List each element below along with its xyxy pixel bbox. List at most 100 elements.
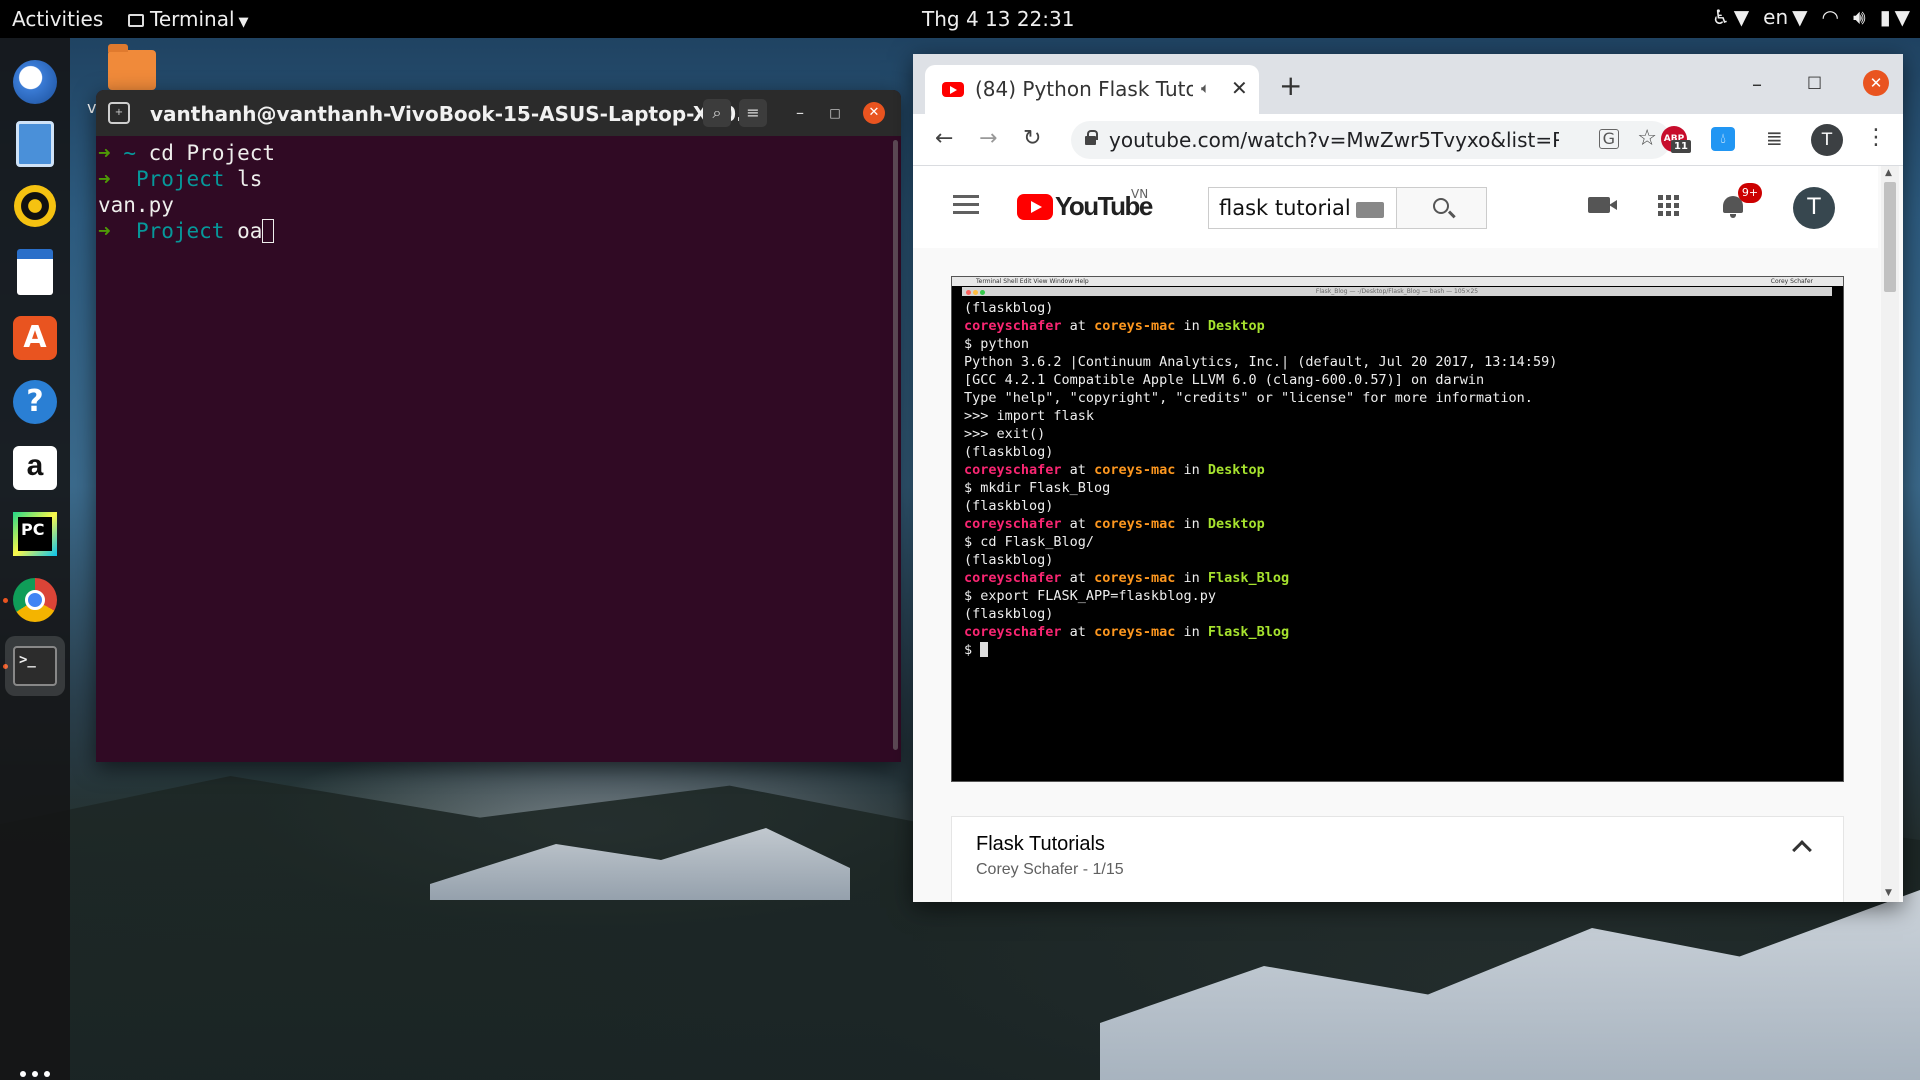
video-terminal-line: coreyschafer at coreys-mac in Desktop xyxy=(964,462,1265,478)
back-icon[interactable]: ← xyxy=(935,126,953,151)
terminal-window[interactable]: + vanthanh@vanthanh-VivoBook-15-ASUS-Lap… xyxy=(96,90,901,762)
video-terminal-line: coreyschafer at coreys-mac in Flask_Blog xyxy=(964,624,1290,640)
volume-icon[interactable]: 🔊︎ xyxy=(1853,5,1866,29)
chrome-menu-icon[interactable]: ⋮ xyxy=(1865,125,1887,150)
terminal-icon[interactable]: >_ xyxy=(5,636,65,696)
video-mac-titlebar: Flask_Blog — -/Desktop/Flask_Blog — bash… xyxy=(962,287,1832,296)
adblock-extension-icon[interactable]: ABP 11 xyxy=(1661,126,1691,153)
show-applications-icon[interactable] xyxy=(20,1071,50,1080)
chevron-up-icon[interactable] xyxy=(1792,840,1812,860)
search-value: flask tutorial xyxy=(1219,196,1351,220)
lock-icon[interactable] xyxy=(1085,130,1098,145)
scroll-up-icon[interactable]: ▲ xyxy=(1885,168,1892,178)
video-terminal-line: >>> import flask xyxy=(964,408,1095,424)
video-terminal-line: Python 3.6.2 |Continuum Analytics, Inc.|… xyxy=(964,354,1558,370)
terminal-line: ➜ Project ls xyxy=(98,167,263,191)
tab-youtube[interactable]: (84) Python Flask Tuto 🔈︎ ✕ xyxy=(925,65,1259,114)
youtube-favicon-icon xyxy=(942,82,964,97)
language-indicator[interactable]: en ▼ xyxy=(1763,5,1807,29)
battery-icon[interactable]: ▮ ▼ xyxy=(1880,5,1910,29)
dock: A ? a PC >_ xyxy=(0,38,70,1080)
tab-strip: (84) Python Flask Tuto 🔈︎ ✕ + – □ ✕ xyxy=(913,54,1903,114)
keyboard-icon[interactable] xyxy=(1356,202,1384,218)
search-input[interactable]: flask tutorial xyxy=(1208,187,1397,229)
minimize-icon[interactable]: – xyxy=(786,99,814,127)
terminal-content[interactable]: ➜ ~ cd Project ➜ Project ls van.py ➜ Pro… xyxy=(96,136,901,762)
terminal-scrollbar[interactable] xyxy=(893,140,898,750)
profile-avatar[interactable]: T xyxy=(1811,124,1843,156)
hamburger-menu-icon[interactable] xyxy=(953,195,979,215)
chrome-icon[interactable] xyxy=(9,574,61,626)
reload-icon[interactable]: ↻ xyxy=(1023,126,1041,151)
close-icon[interactable]: ✕ xyxy=(1863,70,1889,96)
video-terminal-content: (flaskblog) coreyschafer at coreys-mac in… xyxy=(964,299,1832,769)
amazon-icon[interactable]: a xyxy=(9,442,61,494)
video-terminal-line: (flaskblog) xyxy=(964,606,1054,622)
close-icon[interactable]: ✕ xyxy=(863,102,885,124)
youtube-logo[interactable]: YouTube VN xyxy=(1017,187,1153,222)
search-button[interactable] xyxy=(1397,187,1487,229)
youtube-avatar[interactable]: T xyxy=(1793,187,1835,229)
new-tab-icon[interactable]: + xyxy=(108,102,130,124)
search-icon[interactable]: ⌕ xyxy=(703,99,731,127)
video-text-cursor xyxy=(980,642,989,657)
tab-title: (84) Python Flask Tuto xyxy=(975,77,1193,101)
video-terminal-line: $ mkdir Flask_Blog xyxy=(964,480,1111,496)
minimize-icon[interactable]: – xyxy=(1752,72,1762,96)
browser-toolbar: ← → ↻ youtube.com/watch?v=MwZwr5Tvyxo&li… xyxy=(913,114,1903,166)
translate-icon[interactable]: G xyxy=(1598,129,1619,149)
wifi-icon[interactable]: ◠ xyxy=(1822,5,1839,29)
search-icon xyxy=(1433,198,1449,214)
apps-grid-icon[interactable] xyxy=(1658,195,1679,216)
running-indicator xyxy=(3,598,8,603)
files-icon[interactable] xyxy=(9,118,61,170)
thunderbird-icon[interactable] xyxy=(9,56,61,108)
app-menu[interactable]: Terminal ▼ xyxy=(128,7,249,31)
video-terminal-line: $ xyxy=(964,641,1832,659)
playlist-title[interactable]: Flask Tutorials xyxy=(976,833,1105,856)
chevron-down-icon: ▼ xyxy=(238,15,249,30)
clock[interactable]: Thg 4 13 22:31 xyxy=(922,7,1074,31)
video-terminal-line: (flaskblog) xyxy=(964,498,1054,514)
chrome-window[interactable]: (84) Python Flask Tuto 🔈︎ ✕ + – □ ✕ ← → … xyxy=(913,54,1903,902)
help-icon[interactable]: ? xyxy=(9,376,61,428)
bookmark-star-icon[interactable]: ☆ xyxy=(1637,126,1657,151)
video-terminal-line: [GCC 4.2.1 Compatible Apple LLVM 6.0 (cl… xyxy=(964,372,1485,388)
rhythmbox-icon[interactable] xyxy=(9,180,61,232)
media-control-icon[interactable]: ≣ xyxy=(1766,126,1783,150)
maximize-icon[interactable]: □ xyxy=(1807,72,1822,91)
video-terminal-line: Type "help", "copyright", "credits" or "… xyxy=(964,390,1533,406)
create-video-icon[interactable] xyxy=(1588,197,1617,213)
text-cursor xyxy=(262,219,275,243)
tab-close-icon[interactable]: ✕ xyxy=(1231,76,1248,100)
region-code: VN xyxy=(1131,187,1149,201)
menu-icon[interactable]: ≡ xyxy=(739,99,767,127)
scroll-down-icon[interactable]: ▼ xyxy=(1885,888,1892,898)
accessibility-icon[interactable]: ♿︎ ▼ xyxy=(1712,5,1749,29)
terminal-line: ➜ ~ cd Project xyxy=(98,141,276,165)
page-scrollbar-thumb[interactable] xyxy=(1884,182,1896,292)
new-tab-button[interactable]: + xyxy=(1279,69,1302,102)
activities-button[interactable]: Activities xyxy=(12,7,103,31)
extension-drop-icon[interactable]: 💧︎ xyxy=(1711,127,1735,151)
video-terminal-line: $ python xyxy=(964,336,1030,352)
playlist-subtitle: Corey Schafer - 1/15 xyxy=(976,861,1124,878)
video-terminal-line: coreyschafer at coreys-mac in Desktop xyxy=(964,516,1265,532)
video-player[interactable]: Terminal Shell Edit View Window Help Core… xyxy=(951,276,1844,782)
home-folder-icon[interactable] xyxy=(108,44,156,90)
forward-icon[interactable]: → xyxy=(979,126,997,151)
software-center-icon[interactable]: A xyxy=(9,312,61,364)
terminal-headerbar[interactable]: + vanthanh@vanthanh-VivoBook-15-ASUS-Lap… xyxy=(96,90,901,136)
video-terminal-line: >>> exit() xyxy=(964,426,1046,442)
writer-icon[interactable] xyxy=(9,246,61,298)
youtube-header: YouTube VN flask tutorial 9+ T xyxy=(913,166,1878,248)
pycharm-icon[interactable]: PC xyxy=(9,508,61,560)
speaker-icon[interactable]: 🔈︎ xyxy=(1201,79,1210,97)
adblock-count-badge: 11 xyxy=(1671,140,1691,153)
address-bar[interactable]: youtube.com/watch?v=MwZwr5Tvyxo&list=P..… xyxy=(1071,121,1671,159)
video-terminal-line: (flaskblog) xyxy=(964,300,1054,316)
url-text[interactable]: youtube.com/watch?v=MwZwr5Tvyxo&list=P..… xyxy=(1109,128,1559,152)
maximize-icon[interactable]: □ xyxy=(821,99,849,127)
system-tray[interactable]: ♿︎ ▼ en ▼ ◠ 🔊︎ ▮ ▼ xyxy=(1712,5,1910,29)
video-terminal-line: coreyschafer at coreys-mac in Flask_Blog xyxy=(964,570,1290,586)
